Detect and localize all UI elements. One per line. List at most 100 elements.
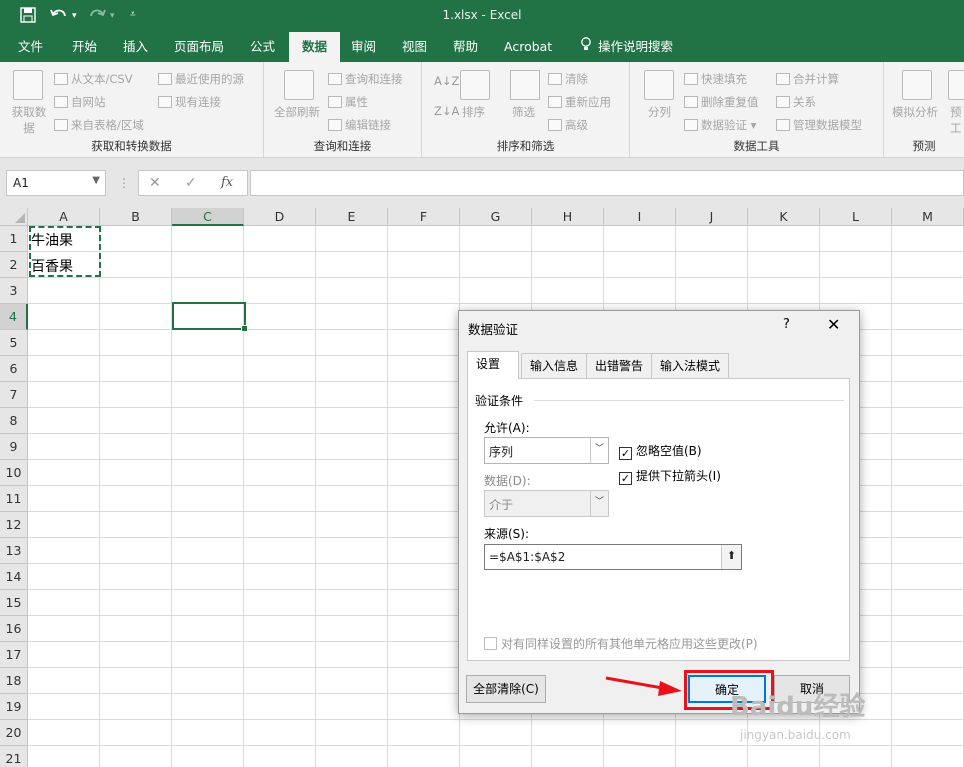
tab-view[interactable]: 视图 [392, 32, 437, 62]
column-header-c[interactable]: C [172, 208, 244, 226]
row-header-20[interactable]: 20 [0, 720, 28, 746]
row-header-2[interactable]: 2 [0, 252, 28, 278]
in-cell-dropdown-checkbox[interactable]: ✓ 提供下拉箭头(I) [619, 467, 721, 485]
tab-page-layout[interactable]: 页面布局 [164, 32, 234, 62]
column-header-a[interactable]: A [28, 208, 100, 226]
column-header-h[interactable]: H [532, 208, 604, 226]
apply-to-all-checkbox[interactable]: 对有同样设置的所有其他单元格应用这些更改(P) [484, 635, 758, 652]
row-header-13[interactable]: 13 [0, 538, 28, 564]
row-header-16[interactable]: 16 [0, 616, 28, 642]
row-header-10[interactable]: 10 [0, 460, 28, 486]
queries-connections-button[interactable]: 查询和连接 [328, 71, 403, 87]
column-header-j[interactable]: J [676, 208, 748, 226]
tab-settings[interactable]: 设置 [467, 351, 519, 379]
data-validation-button[interactable]: 数据验证 ▾ [684, 117, 756, 133]
remove-duplicates-button[interactable]: 删除重复值 [684, 94, 759, 110]
column-header-e[interactable]: E [316, 208, 388, 226]
row-header-14[interactable]: 14 [0, 564, 28, 590]
sort-button[interactable]: 排序 [462, 104, 485, 120]
row-header-19[interactable]: 19 [0, 694, 28, 720]
column-header-k[interactable]: K [748, 208, 820, 226]
allow-select[interactable]: 序列 ﹀ [484, 437, 609, 464]
refresh-all-button[interactable]: 全部刷新 [274, 104, 320, 120]
tab-review[interactable]: 审阅 [341, 32, 386, 62]
source-input[interactable]: =$A$1:$A$2 ⬆ [484, 544, 742, 570]
column-header-b[interactable]: B [100, 208, 172, 226]
tab-error-alert[interactable]: 出错警告 [586, 353, 653, 378]
what-if-analysis-button[interactable]: 模拟分析 [892, 104, 938, 120]
tab-acrobat[interactable]: Acrobat [494, 32, 562, 62]
text-to-columns-icon[interactable] [644, 70, 674, 100]
forecast-sheet-icon[interactable] [948, 70, 964, 100]
active-cell-c4[interactable] [172, 302, 248, 332]
tab-insert[interactable]: 插入 [113, 32, 158, 62]
refresh-icon[interactable] [284, 70, 314, 100]
advanced-button[interactable]: 高级 [548, 117, 588, 133]
insert-function-icon[interactable]: fx [221, 175, 233, 190]
row-header-8[interactable]: 8 [0, 408, 28, 434]
row-header-7[interactable]: 7 [0, 382, 28, 408]
chevron-down-icon[interactable]: ▼ [92, 175, 100, 186]
column-header-i[interactable]: I [604, 208, 676, 226]
close-icon[interactable]: ✕ [827, 315, 840, 334]
row-header-17[interactable]: 17 [0, 642, 28, 668]
manage-data-model-button[interactable]: 管理数据模型 [776, 117, 862, 133]
consolidate-button[interactable]: 合并计算 [776, 71, 839, 87]
data-select[interactable]: 介于 ﹀ [484, 490, 609, 517]
from-text-csv-button[interactable]: 从文本/CSV [54, 71, 133, 87]
tab-data[interactable]: 数据 [289, 32, 341, 62]
column-header-m[interactable]: M [892, 208, 964, 226]
reapply-button[interactable]: 重新应用 [548, 94, 611, 110]
split-button[interactable]: 分列 [648, 104, 671, 120]
flash-fill-button[interactable]: 快速填充 [684, 71, 747, 87]
select-all-button[interactable] [0, 208, 28, 226]
existing-connections-button[interactable]: 现有连接 [158, 94, 221, 110]
row-header-15[interactable]: 15 [0, 590, 28, 616]
recent-sources-button[interactable]: 最近使用的源 [158, 71, 244, 87]
from-web-button[interactable]: 自网站 [54, 94, 106, 110]
column-header-g[interactable]: G [460, 208, 532, 226]
row-header-21[interactable]: 21 [0, 746, 28, 767]
tab-input-method[interactable]: 输入法模式 [651, 353, 730, 378]
edit-links-button[interactable]: 编辑链接 [328, 117, 391, 133]
relationships-button[interactable]: 关系 [776, 94, 816, 110]
row-header-12[interactable]: 12 [0, 512, 28, 538]
sort-za-icon[interactable]: Z↓A [434, 104, 459, 118]
row-header-5[interactable]: 5 [0, 330, 28, 356]
column-header-f[interactable]: F [388, 208, 460, 226]
help-icon[interactable]: ? [783, 317, 790, 332]
tab-formulas[interactable]: 公式 [240, 32, 285, 62]
clear-all-button[interactable]: 全部清除(C) [466, 675, 546, 703]
row-header-3[interactable]: 3 [0, 278, 28, 304]
get-data-button[interactable]: 获取数 据 [10, 104, 48, 136]
tab-input-message[interactable]: 输入信息 [521, 353, 588, 378]
collapse-dialog-icon[interactable]: ⬆ [721, 545, 741, 569]
properties-button[interactable]: 属性 [328, 94, 368, 110]
row-header-6[interactable]: 6 [0, 356, 28, 382]
formula-input[interactable] [250, 170, 964, 196]
tell-me-search[interactable]: 操作说明搜索 [572, 32, 683, 62]
tab-help[interactable]: 帮助 [443, 32, 488, 62]
from-table-button[interactable]: 来自表格/区域 [54, 117, 144, 133]
cancel-icon[interactable]: ✕ [149, 175, 161, 191]
row-header-1[interactable]: 1 [0, 226, 28, 252]
filter-icon[interactable] [510, 70, 540, 100]
database-icon[interactable] [13, 70, 43, 100]
tab-file[interactable]: 文件 [8, 32, 53, 62]
filter-button[interactable]: 筛选 [512, 104, 535, 120]
row-header-9[interactable]: 9 [0, 434, 28, 460]
name-box[interactable]: A1 ▼ [6, 170, 106, 196]
row-header-18[interactable]: 18 [0, 668, 28, 694]
column-header-d[interactable]: D [244, 208, 316, 226]
clear-button[interactable]: 清除 [548, 71, 588, 87]
column-header-l[interactable]: L [820, 208, 892, 226]
row-header-4[interactable]: 4 [0, 304, 28, 330]
enter-icon[interactable]: ✓ [185, 175, 197, 191]
what-if-icon[interactable] [902, 70, 932, 100]
forecast-sheet-button[interactable]: 预 工 [950, 104, 962, 136]
sort-az-icon[interactable]: A↓Z [434, 74, 459, 88]
chevron-down-icon[interactable]: ﹀ [590, 491, 608, 516]
chevron-down-icon[interactable]: ﹀ [590, 438, 608, 463]
row-header-11[interactable]: 11 [0, 486, 28, 512]
ignore-blank-checkbox[interactable]: ✓ 忽略空值(B) [619, 442, 702, 460]
